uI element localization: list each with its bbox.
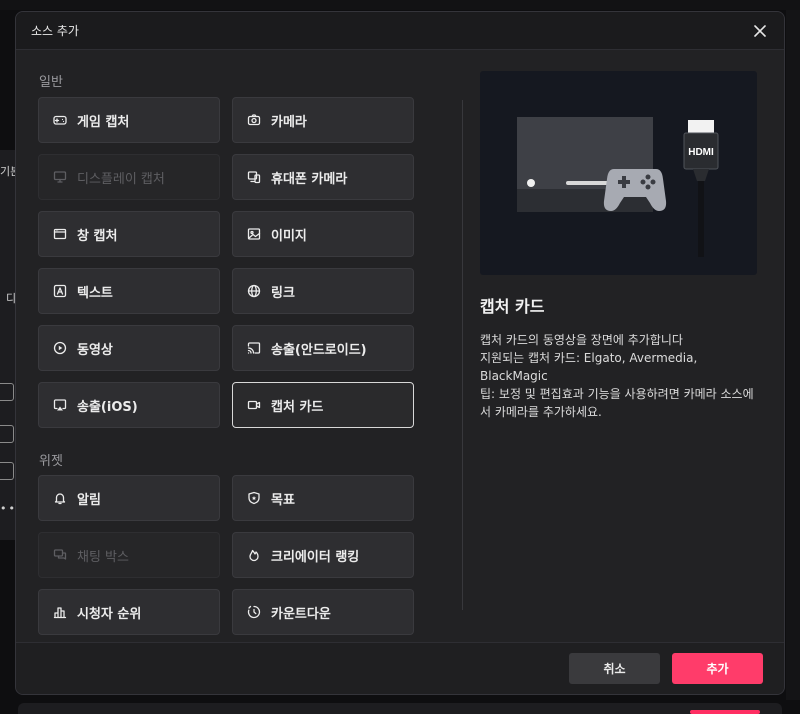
cast-icon (247, 341, 261, 355)
globe-icon (247, 284, 261, 298)
flame-icon (247, 548, 261, 562)
source-option-shield[interactable]: 목표 (232, 475, 414, 521)
source-option-play[interactable]: 동영상 (38, 325, 220, 371)
background-sidebar (0, 150, 16, 540)
general-source-grid: 게임 캡처 카메라 디스플레이 캡처 휴대폰 카메라 창 캡처 이미지 텍스트 링크 동영상 송출… (38, 97, 414, 428)
background-airplay-icon (0, 462, 14, 480)
section-label-widget: 위젯 (39, 454, 63, 469)
source-list: 일반 게임 캡처 카메라디스플레이 캡처 휴대폰 카메라창 캡처 이미지텍스트 링크동영… (16, 50, 436, 642)
dialog-header: 소스 추가 (16, 12, 784, 50)
source-option-bell[interactable]: 알림 (38, 475, 220, 521)
background-cast-icon (0, 425, 14, 443)
source-option-camera[interactable]: 카메라 (232, 97, 414, 143)
source-option-chat: 채팅 박스 (38, 532, 220, 578)
source-option-label: 캡처 카드 (271, 399, 324, 415)
ranking-icon (53, 605, 67, 619)
source-option-label: 링크 (271, 285, 295, 301)
source-option-gamepad[interactable]: 게임 캡처 (38, 97, 220, 143)
background-camera-icon (0, 383, 14, 401)
background-bottom-bar (18, 703, 782, 714)
source-option-label: 송출(안드로이드) (271, 342, 367, 358)
gamepad-icon (53, 113, 67, 127)
dialog-footer: 취소 추가 (16, 642, 784, 694)
play-icon (53, 341, 67, 355)
source-option-monitor: 디스플레이 캡처 (38, 154, 220, 200)
source-option-video-camera[interactable]: 캡처 카드 (232, 382, 414, 428)
background-accent-button (690, 710, 760, 714)
source-detail-panel: HDMI 캡처 카드 캡처 카드의 동영상을 장면에 추가합니다 지원되는 캡처… (480, 71, 757, 421)
source-option-label: 디스플레이 캡처 (77, 171, 165, 187)
capture-card-preview: HDMI (480, 71, 757, 275)
shield-icon (247, 491, 261, 505)
source-option-label: 송출(iOS) (77, 399, 138, 415)
source-option-label: 카메라 (271, 114, 307, 130)
add-button[interactable]: 추가 (672, 653, 763, 684)
source-option-label: 알림 (77, 492, 101, 508)
text-icon (53, 284, 67, 298)
close-button[interactable] (750, 21, 770, 41)
video-camera-icon (247, 398, 261, 412)
image-icon (247, 227, 261, 241)
timer-icon (247, 605, 261, 619)
source-option-window[interactable]: 창 캡처 (38, 211, 220, 257)
source-option-label: 이미지 (271, 228, 307, 244)
detail-description-line: 팁: 보정 및 편집효과 기능을 사용하려면 카메라 소스에서 카메라를 추가하… (480, 387, 754, 419)
source-option-timer[interactable]: 카운트다운 (232, 589, 414, 635)
window-icon (53, 227, 67, 241)
source-option-label: 카운트다운 (271, 606, 331, 622)
dialog-title: 소스 추가 (31, 24, 79, 38)
detail-title: 캡처 카드 (480, 297, 545, 316)
source-option-ranking[interactable]: 시청자 순위 (38, 589, 220, 635)
close-icon (754, 24, 766, 37)
source-option-label: 텍스트 (77, 285, 113, 301)
camera-icon (247, 113, 261, 127)
source-option-image[interactable]: 이미지 (232, 211, 414, 257)
airplay-icon (53, 398, 67, 412)
source-option-cast[interactable]: 송출(안드로이드) (232, 325, 414, 371)
pane-divider (462, 100, 463, 610)
capture-card-illustration: HDMI (517, 117, 719, 257)
source-option-flame[interactable]: 크리에이터 랭킹 (232, 532, 414, 578)
source-option-label: 휴대폰 카메라 (271, 171, 348, 187)
phone-camera-icon (247, 170, 261, 184)
section-label-general: 일반 (39, 75, 63, 90)
detail-description-line: 캡처 카드의 동영상을 장면에 추가합니다 (480, 333, 683, 347)
detail-description-line: 지원되는 캡처 카드: Elgato, Avermedia, BlackMagi… (480, 351, 698, 383)
source-option-label: 채팅 박스 (77, 549, 129, 565)
source-option-label: 동영상 (77, 342, 113, 358)
source-option-label: 크리에이터 랭킹 (271, 549, 360, 565)
background-topbar (0, 0, 800, 10)
cancel-button[interactable]: 취소 (569, 653, 660, 684)
detail-description: 캡처 카드의 동영상을 장면에 추가합니다 지원되는 캡처 카드: Elgato… (480, 331, 757, 421)
dialog-body: 일반 게임 캡처 카메라디스플레이 캡처 휴대폰 카메라창 캡처 이미지텍스트 링크동영… (16, 50, 784, 642)
hdmi-label: HDMI (688, 147, 714, 158)
background-right-panel (786, 10, 800, 700)
source-option-text[interactable]: 텍스트 (38, 268, 220, 314)
chat-icon (53, 548, 67, 562)
monitor-icon (53, 170, 67, 184)
bell-icon (53, 491, 67, 505)
source-option-globe[interactable]: 링크 (232, 268, 414, 314)
source-option-label: 창 캡처 (77, 228, 118, 244)
source-option-label: 게임 캡처 (77, 114, 130, 130)
source-option-phone-camera[interactable]: 휴대폰 카메라 (232, 154, 414, 200)
source-option-label: 목표 (271, 492, 295, 508)
source-option-label: 시청자 순위 (77, 606, 142, 622)
source-option-airplay[interactable]: 송출(iOS) (38, 382, 220, 428)
add-source-dialog: 소스 추가 일반 게임 캡처 카메라디스플레이 캡처 휴대폰 카메라창 캡처 이미지텍… (15, 11, 785, 695)
widget-source-grid: 알림 목표채팅 박스 크리에이터 랭킹시청자 순위 카운트다운 (38, 475, 414, 635)
